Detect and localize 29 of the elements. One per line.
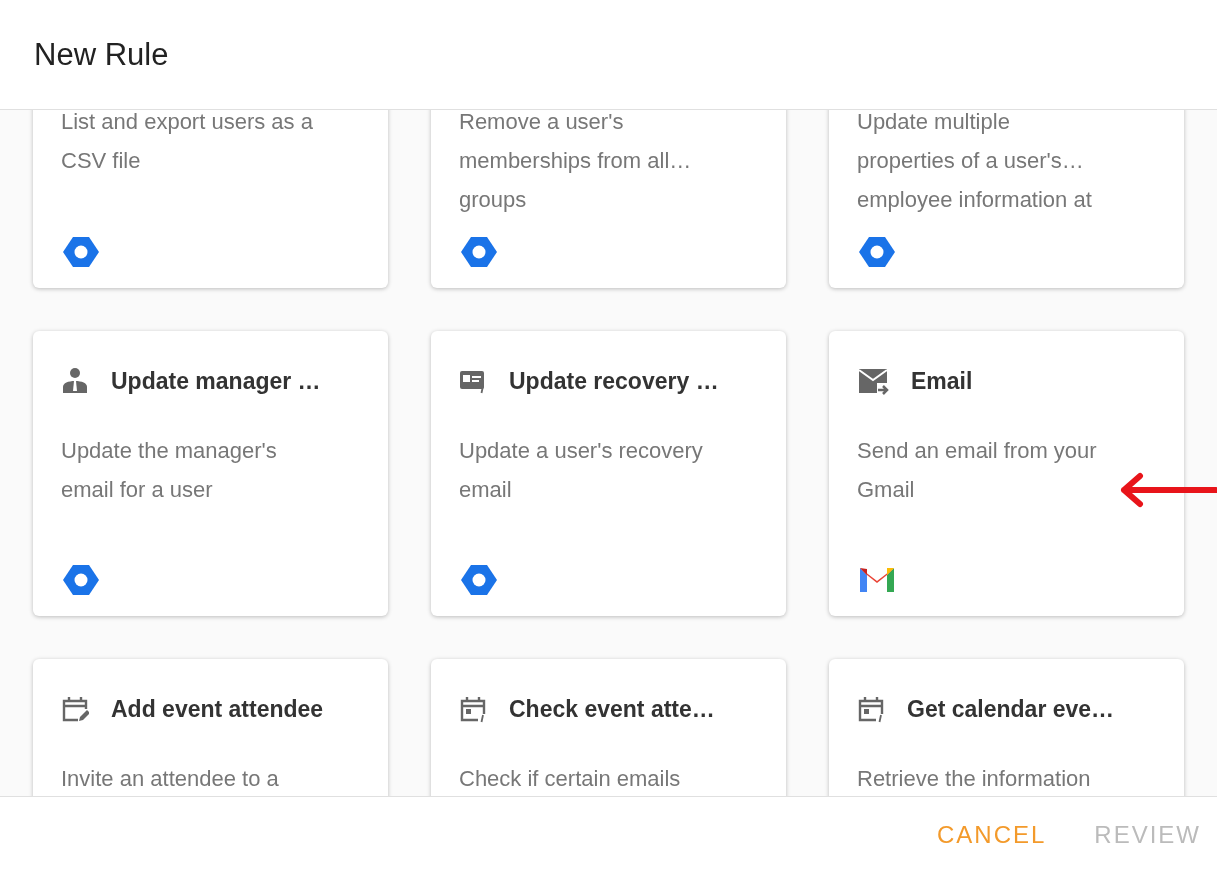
action-card[interactable]: Check event atte… Check if certain emails [431,659,786,796]
action-card[interactable]: Remove a user's memberships from all… groups [431,110,786,288]
card-description: Check if certain emails [459,765,682,793]
card-description: Update multiple properties of a user's… employee information at [857,110,1093,214]
card-title: Add event attendee [111,695,324,723]
card-description: Update a user's recovery email [459,437,704,504]
card-title: Get calendar eve… [907,695,1115,723]
card-description: Retrieve the information [857,765,1092,793]
card-title: Email [911,367,973,395]
action-card[interactable]: Update recovery … Update a user's recovery email [431,331,786,616]
action-card[interactable]: Update multiple properties of a user's… employee information at [829,110,1184,288]
card-description: Invite an attendee to a [61,765,280,793]
calendar-info-icon [857,695,885,723]
calendar-edit-icon [61,695,89,723]
card-title: Check event atte… [509,695,715,723]
action-card[interactable]: Get calendar eve… Retrieve the information [829,659,1184,796]
calendar-info-icon [459,695,487,723]
card-description: Remove a user's memberships from all… groups [459,110,693,214]
action-card[interactable]: Email Send an email from your Gmail [829,331,1184,616]
card-description: Update the manager's email for a user [61,437,278,504]
action-card[interactable]: Update manager … Update the manager's email for a user [33,331,388,616]
dialog-title: New Rule [34,36,169,73]
card-description: Send an email from your Gmail [857,437,1098,504]
person-icon [61,367,89,395]
card-title: Update recovery … [509,367,719,395]
card-description: List and export users as a CSV file [61,110,314,175]
action-card[interactable]: Add event attendee Invite an attendee to a [33,659,388,796]
card-title: Update manager … [111,367,321,395]
action-card[interactable]: List and export users as a CSV file [33,110,388,288]
